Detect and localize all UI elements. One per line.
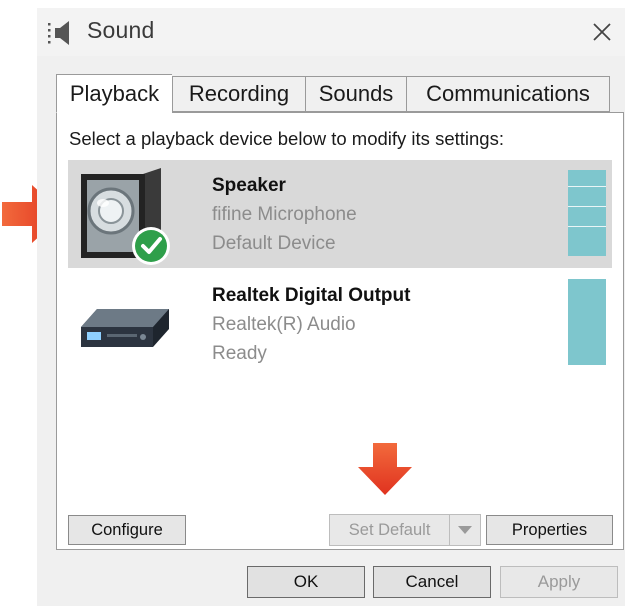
cancel-button[interactable]: Cancel bbox=[373, 566, 491, 598]
playback-panel: Select a playback device below to modify… bbox=[56, 112, 624, 550]
device-description: fifine Microphone bbox=[212, 204, 357, 225]
close-icon bbox=[593, 23, 611, 41]
properties-button[interactable]: Properties bbox=[486, 515, 613, 545]
tab-sounds[interactable]: Sounds bbox=[305, 76, 406, 112]
speaker-icon bbox=[48, 21, 69, 45]
default-checkmark-icon bbox=[132, 227, 170, 265]
set-default-button[interactable]: Set Default bbox=[330, 515, 449, 545]
tab-recording[interactable]: Recording bbox=[172, 76, 305, 112]
device-list-item-realtek-digital-output[interactable]: Realtek Digital Output Realtek(R) Audio … bbox=[68, 271, 612, 379]
device-list-item-speaker[interactable]: Speaker fifine Microphone Default Device bbox=[68, 160, 612, 268]
title-bar: Sound bbox=[37, 8, 625, 56]
speaker-device-icon bbox=[81, 168, 170, 265]
ok-button[interactable]: OK bbox=[247, 566, 365, 598]
tab-communications[interactable]: Communications bbox=[406, 76, 610, 112]
instruction-text: Select a playback device below to modify… bbox=[69, 128, 504, 149]
volume-level-meter bbox=[568, 170, 606, 256]
digital-output-device-icon bbox=[81, 309, 169, 347]
device-description: Realtek(R) Audio bbox=[212, 314, 356, 335]
volume-level-meter bbox=[568, 279, 606, 365]
close-button[interactable] bbox=[585, 17, 619, 47]
tab-playback[interactable]: Playback bbox=[56, 74, 172, 113]
set-default-dropdown[interactable] bbox=[449, 515, 480, 545]
set-default-split-button[interactable]: Set Default bbox=[329, 514, 481, 546]
window-title: Sound bbox=[87, 17, 155, 43]
device-status: Ready bbox=[212, 343, 267, 364]
annotation-arrow-down-icon bbox=[358, 443, 412, 495]
device-name: Speaker bbox=[212, 175, 286, 196]
apply-button[interactable]: Apply bbox=[500, 566, 618, 598]
chevron-down-icon bbox=[458, 526, 473, 534]
device-status: Default Device bbox=[212, 233, 336, 254]
tab-strip: Playback Recording Sounds Communications bbox=[56, 74, 610, 113]
sound-dialog: Sound Playback Recording Sounds Communic… bbox=[37, 8, 625, 606]
device-name: Realtek Digital Output bbox=[212, 285, 411, 306]
configure-button[interactable]: Configure bbox=[68, 515, 186, 545]
